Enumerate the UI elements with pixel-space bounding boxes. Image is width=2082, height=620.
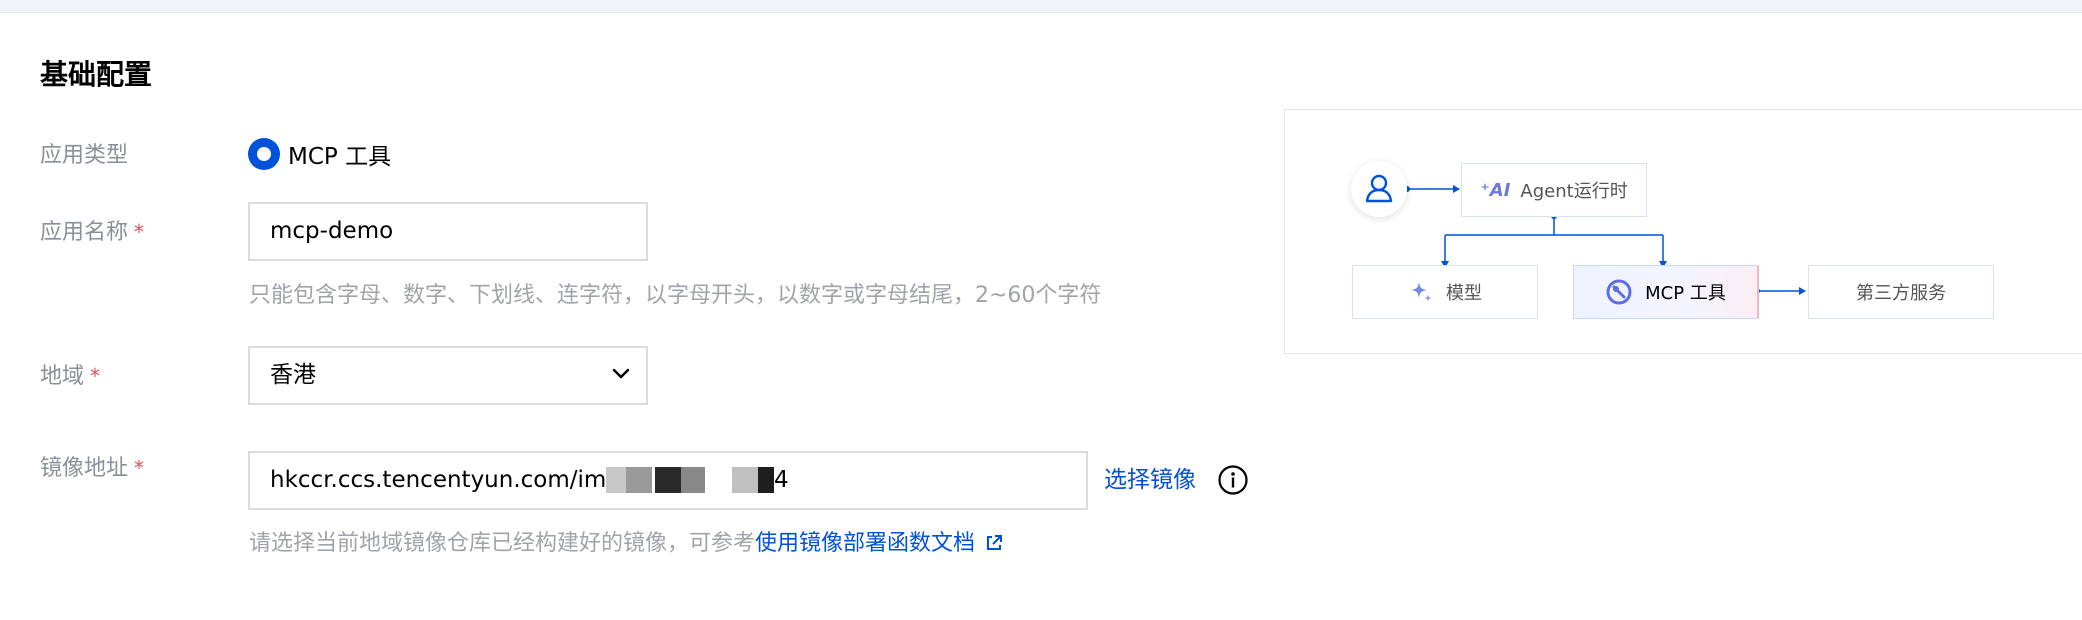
app-type-radio-mcp[interactable]: MCP 工具 [248, 137, 391, 171]
redaction-mask [758, 467, 774, 493]
required-mark: * [134, 220, 145, 244]
sparkle-icon [1411, 282, 1432, 302]
architecture-diagram: ⁺AI Agent运行时 模型 MCP 工具 第三方服务 [1284, 109, 2082, 354]
image-doc-link[interactable]: 使用镜像部署函数文档 [755, 531, 975, 556]
redaction-mask [655, 467, 681, 493]
redaction-mask [681, 467, 705, 493]
top-strip [0, 0, 2082, 13]
ai-icon: ⁺AI [1480, 179, 1511, 201]
user-icon [1365, 174, 1393, 203]
section-title: 基础配置 [40, 58, 153, 91]
agent-runtime-node: ⁺AI Agent运行时 [1461, 163, 1647, 217]
select-image-link[interactable]: 选择镜像 [1104, 463, 1196, 497]
external-link-icon[interactable] [985, 534, 1003, 552]
chevron-down-icon [612, 368, 630, 379]
image-address-suffix: 4 [774, 467, 789, 493]
mcp-tool-node: MCP 工具 [1573, 265, 1759, 319]
app-name-input[interactable]: mcp-demo [248, 202, 648, 261]
mcp-tool-icon [1606, 279, 1632, 305]
app-type-option-label: MCP 工具 [288, 144, 392, 170]
required-mark: * [134, 456, 145, 480]
image-hint: 请选择当前地域镜像仓库已经构建好的镜像，可参考使用镜像部署函数文档 [249, 528, 1003, 560]
third-party-service-node: 第三方服务 [1808, 265, 1994, 319]
model-node: 模型 [1352, 265, 1538, 319]
image-label: 镜像地址 * [40, 456, 145, 481]
app-type-label: 应用类型 [40, 143, 129, 168]
radio-selected-icon[interactable] [248, 138, 280, 170]
region-select[interactable]: 香港 [248, 346, 648, 405]
user-node [1351, 161, 1407, 217]
app-name-hint: 只能包含字母、数字、下划线、连字符，以字母开头，以数字或字母结尾，2~60个字符 [249, 283, 1102, 308]
app-name-label: 应用名称 * [40, 220, 145, 245]
redaction-mask [606, 467, 626, 493]
redaction-mask [732, 467, 758, 493]
info-icon[interactable] [1217, 464, 1249, 496]
region-label: 地域 * [40, 364, 101, 389]
required-mark: * [90, 364, 101, 388]
redaction-mask [626, 467, 652, 493]
